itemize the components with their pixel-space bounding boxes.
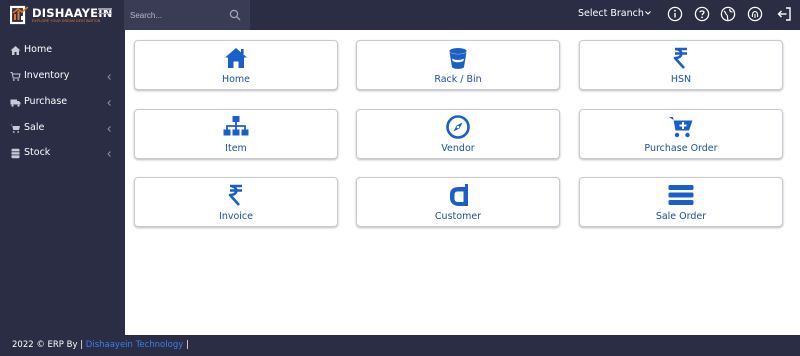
tile-item[interactable]: Item [134, 109, 338, 159]
help-icon[interactable] [694, 6, 710, 22]
tile-label: Rack / Bin [434, 74, 482, 85]
brand-logo[interactable]: DISHAAYEIN EXPLORE YOUR DREAM DESTINATIO… [10, 4, 112, 26]
tile-customer[interactable]: Customer [356, 177, 560, 227]
tile-vendor[interactable]: Vendor [356, 109, 560, 159]
tile-label: Customer [434, 211, 482, 222]
sidebar-item-label: Purchase [24, 96, 68, 107]
info-icon[interactable] [667, 6, 683, 22]
customer-icon [450, 184, 468, 206]
globe-icon[interactable] [720, 6, 736, 22]
sidebar-item-inventory[interactable]: Inventory [0, 65, 125, 87]
sitemap-icon [223, 116, 249, 136]
truck-icon [10, 99, 21, 107]
bucket-icon [449, 48, 467, 69]
tile-label: Invoice [219, 211, 253, 222]
sidebar-item-label: Inventory [24, 70, 70, 81]
footer: 2022 © ERP By | Dishaayein Technology | [0, 335, 800, 356]
cart-plus-icon [669, 117, 693, 138]
chevron-left-icon [107, 126, 111, 132]
stacked-bars-icon [668, 185, 694, 205]
chevron-left-icon [107, 151, 111, 157]
tile-invoice[interactable]: Invoice [134, 177, 338, 227]
cart-icon [10, 124, 20, 133]
tile-rack-bin[interactable]: Rack / Bin [356, 40, 560, 90]
tile-home[interactable]: Home [134, 40, 338, 90]
sidebar-item-label: Stock [24, 147, 51, 158]
tile-sale-order[interactable]: Sale Order [579, 177, 783, 227]
database-icon [11, 148, 20, 159]
rupee-icon [228, 184, 242, 206]
top-bar: DISHAAYEIN EXPLORE YOUR DREAM DESTINATIO… [0, 0, 800, 30]
sidebar-item-label: Home [24, 44, 53, 55]
tile-label: HSN [670, 74, 692, 85]
fingerprint-icon[interactable] [747, 6, 763, 22]
footer-company-link[interactable]: Dishaayein Technology [86, 340, 183, 350]
tile-hsn[interactable]: HSN [579, 40, 783, 90]
rupee-icon [673, 47, 687, 69]
tile-label: Purchase Order [644, 143, 718, 154]
sidebar-item-label: Sale [24, 122, 45, 133]
tile-label: Vendor [441, 143, 475, 154]
logout-icon[interactable] [776, 6, 792, 22]
sidebar-item-purchase[interactable]: Purchase [0, 91, 125, 113]
sidebar-item-home[interactable]: Home [0, 39, 125, 61]
branch-select[interactable]: Select Branch [578, 8, 644, 19]
tile-label: Item [225, 143, 247, 154]
chevron-left-icon [107, 74, 111, 80]
search-input[interactable] [130, 7, 226, 23]
chevron-left-icon [107, 100, 111, 106]
menu-toggle-icon[interactable] [98, 8, 112, 20]
sidebar-item-sale[interactable]: Sale [0, 117, 125, 139]
footer-separator: | [185, 340, 189, 350]
logo-icon [10, 5, 29, 25]
sidebar-item-stock[interactable]: Stock [0, 142, 125, 164]
cart-icon [10, 72, 21, 81]
brand-tagline: EXPLORE YOUR DREAM DESTINATION [32, 19, 101, 23]
tile-label: Sale Order [655, 211, 707, 222]
home-icon [10, 46, 21, 55]
tile-label: Home [221, 74, 251, 85]
chevron-down-icon[interactable] [644, 9, 652, 17]
footer-copyright: 2022 © ERP By | [12, 340, 84, 350]
search-icon[interactable] [229, 9, 241, 21]
sidebar: Home Inventory Purchase Sale Stock [0, 30, 125, 335]
compass-icon [446, 115, 470, 139]
tile-purchase-order[interactable]: Purchase Order [579, 109, 783, 159]
home-icon [225, 48, 247, 68]
